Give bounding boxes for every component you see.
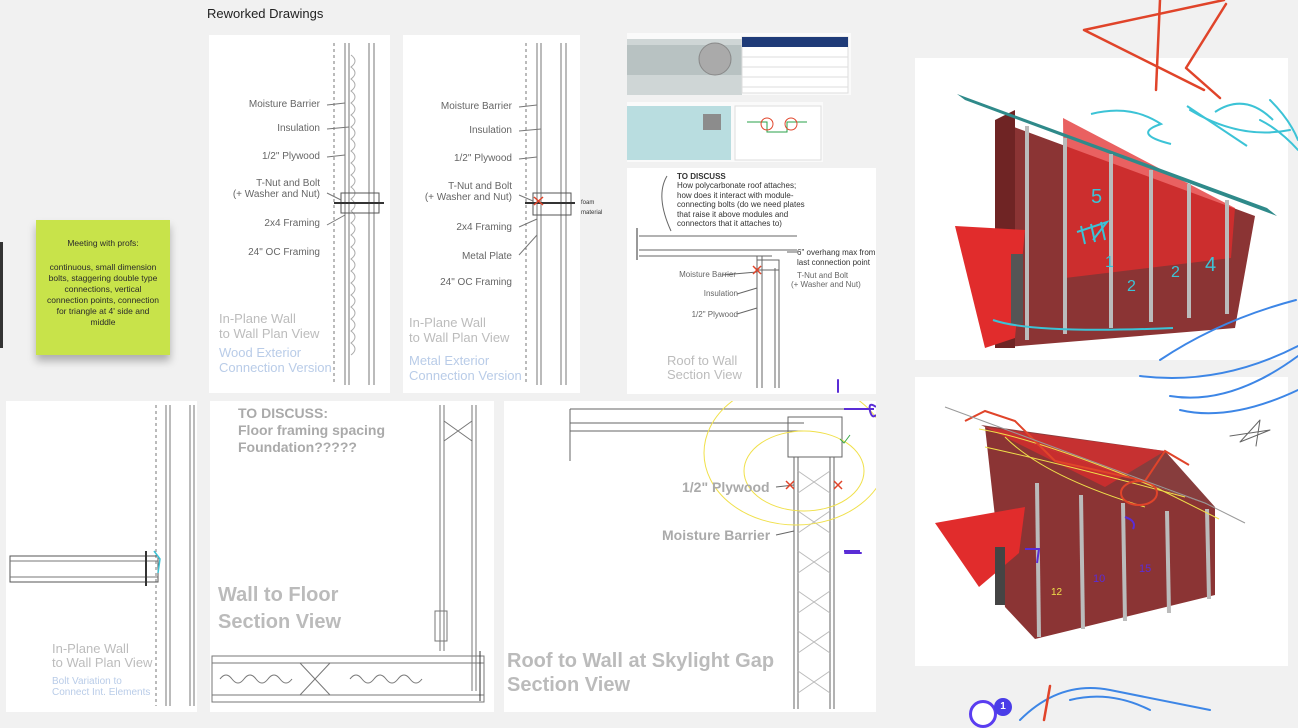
label-moisture-barrier: Moisture Barrier xyxy=(248,99,320,110)
drawing-title-line2: to Wall Plan View xyxy=(219,326,320,341)
model-annotation-10: 10 xyxy=(1093,573,1106,585)
discuss-note: How polycarbonate roof attaches; how doe… xyxy=(677,181,805,228)
connector-detail-image xyxy=(627,105,822,161)
label-tnut-bolt: T-Nut and Bolt xyxy=(256,178,320,189)
label-oc-framing: 24" OC Framing xyxy=(440,277,512,288)
drawing-wall-to-floor[interactable]: TO DISCUSS: Floor framing spacing Founda… xyxy=(210,401,494,712)
label-plywood: 1/2" Plywood xyxy=(453,153,512,164)
polycarbonate-panel-image xyxy=(627,36,849,95)
label-tnut-bolt: T-Nut and Bolt xyxy=(797,271,849,280)
label-washer-nut: (+ Washer and Nut) xyxy=(232,189,320,200)
label-insulation: Insulation xyxy=(469,125,512,136)
model-annotation-2b: 2 xyxy=(1171,264,1180,281)
drawing-subtitle-line1: Bolt Variation to xyxy=(52,676,122,687)
label-oc-framing: 24" OC Framing xyxy=(248,247,320,258)
collaborator-count-badge[interactable]: 1 xyxy=(994,698,1012,716)
drawing-title-line1: Roof to Wall xyxy=(667,353,738,368)
sticky-note-body: continuous, small dimension bolts, stagg… xyxy=(47,262,159,327)
label-plywood: 1/2" Plywood xyxy=(261,151,320,162)
model-annotation-2a: 2 xyxy=(1127,278,1136,295)
drawing-wall-plan-metal[interactable]: Moisture Barrier Insulation 1/2" Plywood… xyxy=(403,35,580,393)
model-render-2 xyxy=(935,406,1246,639)
overhang-note: 6" overhang max from last connection poi… xyxy=(797,248,876,267)
drawing-title-line2: Section View xyxy=(507,674,631,696)
model-annotation-12: 12 xyxy=(1051,587,1063,598)
drawing-subtitle-line1: Metal Exterior xyxy=(409,353,490,368)
label-moisture-barrier: Moisture Barrier xyxy=(440,101,512,112)
drawing-title-line2: to Wall Plan View xyxy=(52,655,153,670)
label-plywood: 1/2" Plywood xyxy=(682,479,770,495)
side-panel-handle[interactable] xyxy=(0,242,3,348)
drawing-subtitle-line2: Connection Version xyxy=(409,368,522,383)
label-insulation: Insulation xyxy=(277,123,320,134)
drawing-title-line1: In-Plane Wall xyxy=(409,315,486,330)
drawing-title-line1: Roof to Wall at Skylight Gap xyxy=(507,650,775,672)
model-annotation-5: 5 xyxy=(1091,186,1103,208)
label-washer-nut: (+ Washer and Nut) xyxy=(791,280,861,289)
discuss-title: TO DISCUSS: xyxy=(238,405,328,421)
discuss-line-foundation: Foundation????? xyxy=(238,439,357,455)
label-moisture-barrier: Moisture Barrier xyxy=(679,270,736,279)
collaborator-avatar[interactable] xyxy=(969,700,997,728)
board-title: Reworked Drawings xyxy=(207,6,324,21)
drawing-title-line1: In-Plane Wall xyxy=(52,641,129,656)
model-annotation-4: 4 xyxy=(1205,254,1217,276)
label-insulation: Insulation xyxy=(703,289,738,298)
model-render-gable-building[interactable]: 12 10 15 xyxy=(915,377,1288,666)
sticky-note-title: Meeting with profs: xyxy=(67,238,139,248)
drawing-subtitle-line1: Wood Exterior xyxy=(219,345,302,360)
drawing-title-line2: Section View xyxy=(667,367,742,382)
label-moisture-barrier: Moisture Barrier xyxy=(662,527,771,543)
label-framing: 2x4 Framing xyxy=(456,222,512,233)
reference-image-panel-2[interactable] xyxy=(627,102,823,162)
drawing-title-line1: In-Plane Wall xyxy=(219,311,296,326)
drawing-title-line2: Section View xyxy=(218,611,342,633)
drawing-roof-to-wall-skylight[interactable]: 1/2" Plywood Moisture Barrier Roof to Wa… xyxy=(504,401,876,712)
drawing-wall-plan-bolt-variation[interactable]: In-Plane Wall to Wall Plan View Bolt Var… xyxy=(6,401,197,712)
drawing-wall-plan-wood[interactable]: Moisture Barrier Insulation 1/2" Plywood… xyxy=(209,35,390,393)
label-plywood: 1/2" Plywood xyxy=(691,310,738,319)
model-annotation-15: 15 xyxy=(1139,563,1152,575)
label-washer-nut: (+ Washer and Nut) xyxy=(424,192,512,203)
drawing-roof-to-wall[interactable]: TO DISCUSS How polycarbonate roof attach… xyxy=(627,168,876,394)
label-tnut-bolt: T-Nut and Bolt xyxy=(448,181,512,192)
foam-material-note: foam material xyxy=(581,200,603,216)
label-metal-plate: Metal Plate xyxy=(461,251,512,262)
drawing-title-line1: Wall to Floor xyxy=(218,584,339,606)
drawing-subtitle-line2: Connection Version xyxy=(219,360,332,375)
model-render-1 xyxy=(955,94,1277,348)
drawing-title-line2: to Wall Plan View xyxy=(409,330,510,345)
model-annotation-1: 1 xyxy=(1105,254,1114,271)
drawing-subtitle-line2: Connect Int. Elements xyxy=(52,687,151,698)
model-render-skylight-building[interactable]: 5 1 2 2 4 xyxy=(915,58,1288,360)
reference-image-panel-1[interactable] xyxy=(627,33,851,95)
label-framing: 2x4 Framing xyxy=(264,218,320,229)
discuss-line-framing: Floor framing spacing xyxy=(238,422,386,438)
sticky-note[interactable]: Meeting with profs: continuous, small di… xyxy=(36,220,170,355)
